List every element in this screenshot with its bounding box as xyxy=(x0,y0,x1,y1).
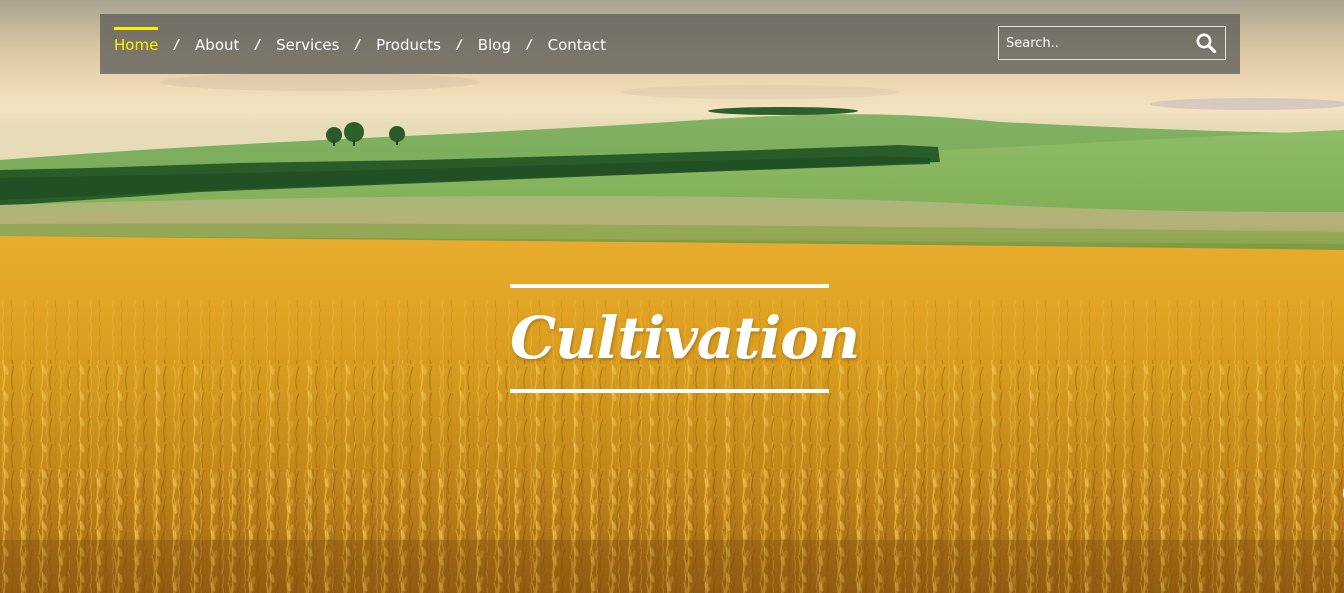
nav-item-services[interactable]: Services xyxy=(276,32,339,56)
search-box xyxy=(998,26,1226,60)
title-divider-bottom xyxy=(510,389,829,393)
search-input[interactable] xyxy=(999,27,1185,59)
nav-menu: Home / About / Services / Products / Blo… xyxy=(114,14,606,74)
nav-separator: / xyxy=(255,37,261,53)
nav-item-contact[interactable]: Contact xyxy=(548,32,606,56)
hero-title: Cultivation xyxy=(510,304,860,372)
nav-separator: / xyxy=(355,37,361,53)
hero-title-block: Cultivation xyxy=(510,284,860,394)
nav-separator: / xyxy=(174,37,180,53)
nav-item-blog[interactable]: Blog xyxy=(478,32,511,56)
hero-banner: Home / About / Services / Products / Blo… xyxy=(0,0,1344,593)
top-navigation-bar: Home / About / Services / Products / Blo… xyxy=(100,14,1240,74)
magnifier-icon xyxy=(1196,33,1217,54)
nav-item-products[interactable]: Products xyxy=(376,32,441,56)
search-button[interactable] xyxy=(1195,32,1217,54)
nav-item-home[interactable]: Home xyxy=(114,27,159,56)
nav-item-about[interactable]: About xyxy=(195,32,239,56)
nav-separator: / xyxy=(526,37,532,53)
nav-separator: / xyxy=(456,37,462,53)
slider-next-arrow-icon[interactable] xyxy=(1336,478,1344,508)
title-divider-top xyxy=(510,284,829,288)
